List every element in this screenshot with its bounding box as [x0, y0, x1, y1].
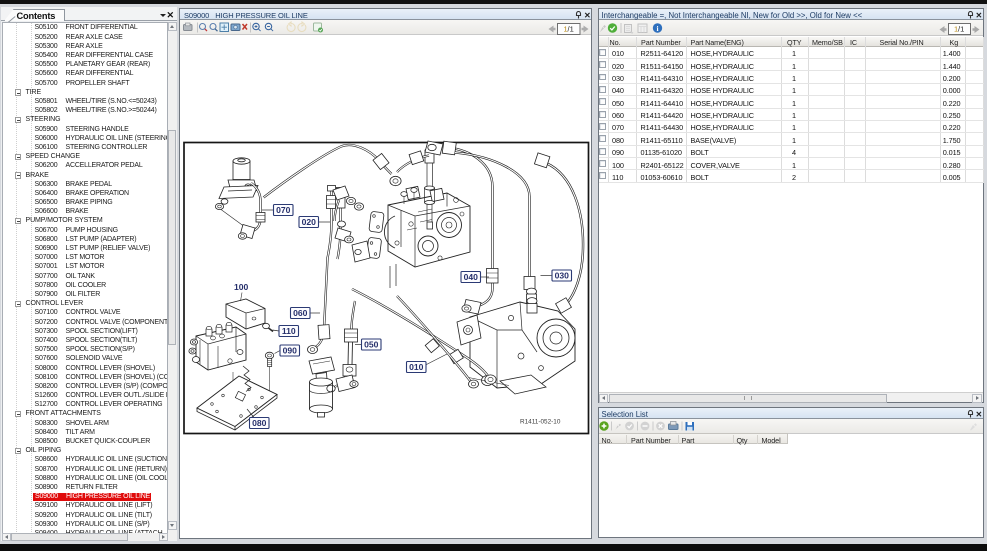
svg-text:020: 020	[302, 217, 317, 227]
svg-text:/1: /1	[958, 25, 964, 34]
svg-text:/1: /1	[568, 25, 574, 34]
svg-text:090: 090	[283, 346, 298, 356]
svg-text:080: 080	[252, 418, 267, 428]
svg-text:070: 070	[276, 205, 291, 215]
svg-text:010: 010	[409, 362, 424, 372]
svg-text:060: 060	[293, 308, 308, 318]
svg-text:100: 100	[234, 282, 249, 292]
svg-text:050: 050	[364, 340, 379, 350]
svg-text:030: 030	[555, 271, 570, 281]
svg-text:R1411-052-10: R1411-052-10	[520, 419, 561, 426]
svg-text:040: 040	[464, 272, 479, 282]
svg-text:i: i	[656, 24, 658, 33]
svg-text:110: 110	[282, 326, 296, 336]
